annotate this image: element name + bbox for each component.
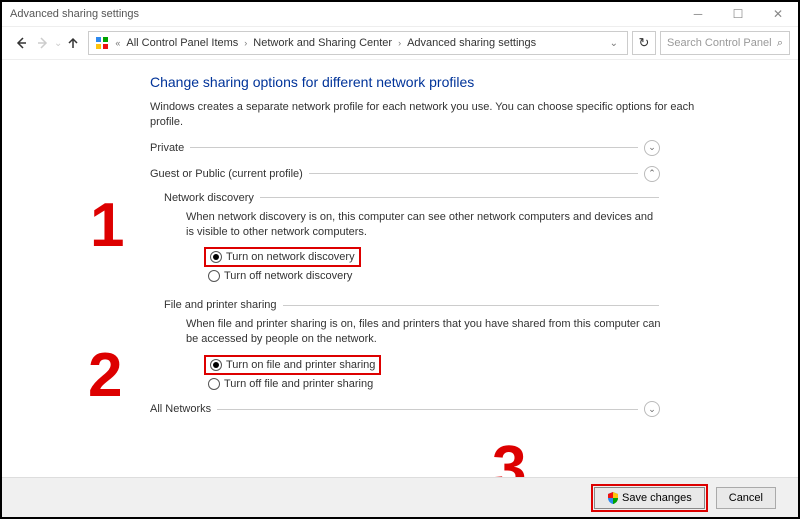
breadcrumb-item-0[interactable]: All Control Panel Items [126, 37, 238, 49]
window-title-wrap: Advanced sharing settings [10, 8, 139, 20]
radio-fps-off[interactable]: Turn off file and printer sharing [208, 375, 798, 393]
window-controls: ─ ☐ ✕ [678, 2, 798, 26]
radio-icon [208, 378, 220, 390]
highlight-save-button: Save changes [591, 484, 708, 512]
divider [309, 173, 638, 174]
close-button[interactable]: ✕ [758, 2, 798, 26]
radio-icon [208, 270, 220, 282]
radio-label: Turn off file and printer sharing [224, 378, 373, 390]
save-button-label: Save changes [622, 492, 692, 504]
profile-guest-label: Guest or Public (current profile) [150, 168, 303, 180]
search-icon: ⌕ [777, 37, 783, 50]
chevron-down-icon[interactable]: ⌄ [644, 401, 660, 417]
buttonbar: Save changes Cancel [2, 477, 798, 517]
profile-private-label: Private [150, 142, 184, 154]
cancel-button-label: Cancel [729, 492, 763, 504]
chevron-up-icon[interactable]: ⌃ [644, 166, 660, 182]
profile-all-networks[interactable]: All Networks ⌄ [150, 401, 660, 417]
profile-private[interactable]: Private ⌄ [150, 140, 660, 156]
nav-arrows: ⌄ [10, 32, 84, 54]
content: 1 2 3 Change sharing options for differe… [2, 60, 798, 477]
radio-network-discovery-off[interactable]: Turn off network discovery [208, 267, 798, 285]
search-input[interactable]: Search Control Panel ⌕ [660, 31, 790, 55]
radio-label: Turn off network discovery [224, 270, 352, 282]
window: Advanced sharing settings ─ ☐ ✕ ⌄ « [0, 0, 800, 519]
search-placeholder: Search Control Panel [667, 37, 772, 49]
cancel-button[interactable]: Cancel [716, 487, 776, 509]
minimize-button[interactable]: ─ [678, 2, 718, 26]
network-discovery-desc: When network discovery is on, this compu… [186, 210, 661, 240]
annotation-3: 3 [492, 433, 526, 477]
radio-icon [210, 251, 222, 263]
divider [260, 197, 659, 198]
up-button[interactable] [62, 32, 84, 54]
maximize-button[interactable]: ☐ [718, 2, 758, 26]
recent-dropdown-icon[interactable]: ⌄ [54, 38, 62, 49]
network-discovery-heading: Network discovery [164, 192, 254, 204]
divider [190, 147, 638, 148]
annotation-2: 2 [88, 340, 122, 411]
back-button[interactable] [10, 32, 32, 54]
radio-label: Turn on network discovery [226, 251, 355, 263]
radio-icon [210, 359, 222, 371]
chevron-down-icon[interactable]: ⌄ [644, 140, 660, 156]
save-button[interactable]: Save changes [594, 487, 705, 509]
control-panel-icon [95, 36, 109, 50]
radio-network-discovery-on[interactable]: Turn on network discovery [210, 248, 355, 266]
breadcrumb-item-1[interactable]: Network and Sharing Center [253, 37, 392, 49]
profile-all-label: All Networks [150, 403, 211, 415]
annotation-1: 1 [90, 190, 124, 261]
uac-shield-icon [607, 492, 619, 504]
divider [283, 305, 659, 306]
navbar: ⌄ « All Control Panel Items › Network an… [2, 26, 798, 60]
address-dropdown-icon[interactable]: ⌄ [607, 38, 621, 49]
highlight-fps-on: Turn on file and printer sharing [204, 355, 381, 375]
radio-label: Turn on file and printer sharing [226, 359, 375, 371]
profile-guest[interactable]: Guest or Public (current profile) ⌃ [150, 166, 660, 182]
refresh-button[interactable]: ↻ [632, 31, 656, 55]
page-title: Change sharing options for different net… [150, 74, 798, 90]
chevron-right-icon: › [242, 38, 249, 48]
file-printer-sharing-heading: File and printer sharing [164, 299, 277, 311]
page-intro: Windows creates a separate network profi… [150, 100, 700, 130]
forward-button[interactable] [32, 32, 54, 54]
file-printer-sharing-group: File and printer sharing When file and p… [150, 299, 798, 393]
chevron-right-icon: › [396, 38, 403, 48]
window-title: Advanced sharing settings [10, 8, 139, 20]
titlebar: Advanced sharing settings ─ ☐ ✕ [2, 2, 798, 26]
divider [217, 409, 638, 410]
radio-fps-on[interactable]: Turn on file and printer sharing [210, 356, 375, 374]
network-discovery-group: Network discovery When network discovery… [150, 192, 798, 286]
file-printer-sharing-desc: When file and printer sharing is on, fil… [186, 317, 661, 347]
breadcrumb-item-2[interactable]: Advanced sharing settings [407, 37, 536, 49]
highlight-network-discovery-on: Turn on network discovery [204, 247, 361, 267]
addressbar[interactable]: « All Control Panel Items › Network and … [88, 31, 628, 55]
chevron-left-icon[interactable]: « [113, 38, 122, 48]
